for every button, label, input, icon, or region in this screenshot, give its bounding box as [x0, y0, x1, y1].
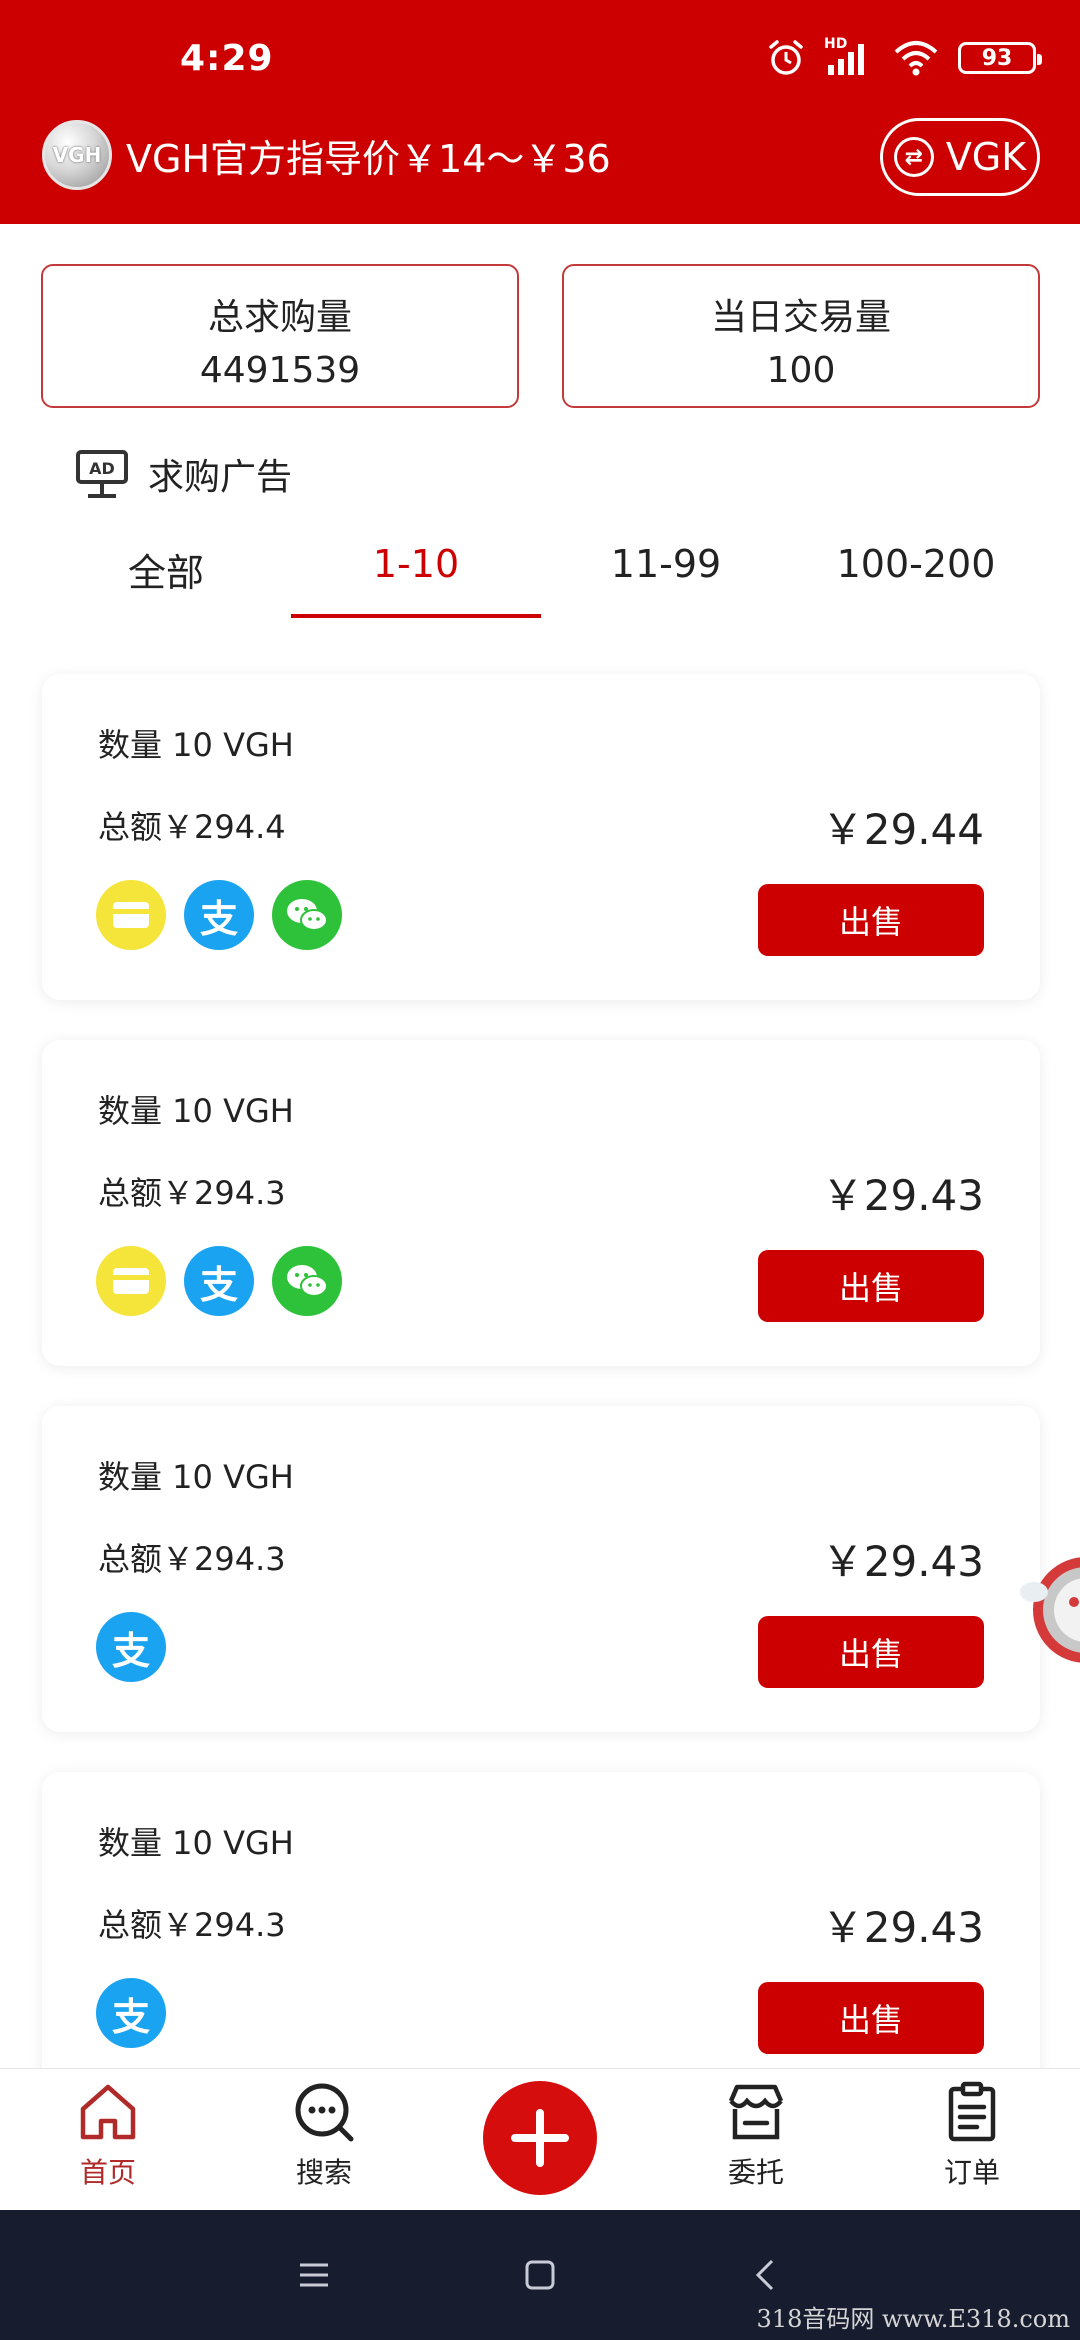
listing-price: ￥29.43: [821, 1903, 984, 1952]
listing-quantity: 数量 10 VGH: [98, 1824, 294, 1862]
daily-volume-label: 当日交易量: [710, 297, 891, 338]
exchange-icon: ⇄: [893, 137, 934, 177]
ad-section-title: 求购广告: [148, 457, 293, 498]
switch-vgk-button[interactable]: ⇄ VGK: [880, 118, 1040, 196]
ad-section-header: AD 求购广告: [74, 446, 292, 502]
total-buy-label: 总求购量: [207, 297, 352, 338]
watermark-text: 318音码网 www.E318.com: [756, 2305, 1070, 2333]
nav-home-label: 首页: [79, 2156, 136, 2189]
tab-all[interactable]: 全部: [41, 530, 291, 620]
svg-text:AD: AD: [89, 459, 115, 478]
nav-orders-label: 订单: [943, 2156, 1000, 2189]
nav-search[interactable]: 搜索: [216, 2069, 432, 2210]
alipay-icon: 支: [96, 1612, 166, 1682]
listing-total: 总额￥294.3: [98, 1906, 286, 1944]
daily-volume-stat: 当日交易量 100: [562, 264, 1040, 408]
system-nav-bar: 318音码网 www.E318.com: [0, 2210, 1080, 2340]
chat-search-icon: [295, 2083, 354, 2142]
switch-vgk-label: VGK: [945, 135, 1027, 179]
bank-card-icon: [96, 1246, 166, 1316]
wechat-pay-icon: [272, 880, 342, 950]
listing-quantity: 数量 10 VGH: [98, 1092, 294, 1130]
guide-price-text: VGH官方指导价￥14～￥36: [126, 136, 611, 181]
payment-methods: 支: [96, 880, 342, 950]
bank-card-icon: [96, 880, 166, 950]
listing-quantity: 数量 10 VGH: [98, 726, 294, 764]
guide-price-row: VGH VGH官方指导价￥14～￥36: [42, 120, 611, 190]
back-icon[interactable]: [748, 2257, 784, 2293]
sell-button[interactable]: 出售: [758, 1250, 984, 1322]
vgh-logo: VGH: [42, 120, 112, 190]
listing-total: 总额￥294.3: [98, 1540, 286, 1578]
alipay-icon: 支: [184, 1246, 254, 1316]
hd-label: HD: [824, 36, 848, 52]
listing-card: 数量 10 VGH 总额￥294.3 ￥29.43 支 出售: [42, 1040, 1040, 1366]
listing-card: 数量 10 VGH 总额￥294.3 ￥29.43 支 出售: [42, 1406, 1040, 1732]
listing-price: ￥29.43: [821, 1171, 984, 1220]
nav-add: [432, 2069, 648, 2210]
ad-monitor-icon: AD: [76, 450, 128, 498]
listing-total: 总额￥294.4: [98, 808, 286, 846]
listing-price: ￥29.43: [821, 1537, 984, 1586]
wifi-icon: [894, 41, 938, 76]
listing-quantity: 数量 10 VGH: [98, 1458, 294, 1496]
add-button[interactable]: [483, 2080, 597, 2195]
listing-price: ￥29.44: [821, 805, 984, 854]
alipay-icon: 支: [184, 880, 254, 950]
floating-mascot-icon[interactable]: [1016, 1540, 1080, 1680]
wechat-pay-icon: [272, 1246, 342, 1316]
bottom-nav: 首页 搜索 委托 订单: [0, 2068, 1080, 2210]
quantity-filter-tabs: 全部 1-10 11-99 100-200: [41, 530, 1041, 620]
sell-button[interactable]: 出售: [758, 1616, 984, 1688]
listing-card: 数量 10 VGH 总额￥294.3 ￥29.43 支 出售: [42, 1772, 1040, 2098]
menu-icon[interactable]: [296, 2257, 332, 2293]
alarm-icon: [769, 40, 803, 75]
nav-search-label: 搜索: [295, 2156, 352, 2189]
battery-indicator: 93: [958, 42, 1042, 74]
store-icon: [728, 2084, 784, 2140]
nav-entrust[interactable]: 委托: [648, 2069, 864, 2210]
sell-button[interactable]: 出售: [758, 1982, 984, 2054]
home-square-icon[interactable]: [522, 2257, 558, 2293]
plus-icon: [511, 2108, 569, 2167]
daily-volume-value: 100: [766, 350, 836, 391]
payment-methods: 支: [96, 1246, 342, 1316]
total-buy-value: 4491539: [199, 350, 361, 391]
listing-card: 数量 10 VGH 总额￥294.4 ￥29.44 支 出售: [42, 674, 1040, 1000]
home-icon: [80, 2084, 136, 2140]
tab-100-200[interactable]: 100-200: [791, 530, 1041, 620]
alipay-icon: 支: [96, 1978, 166, 2048]
total-buy-stat: 总求购量 4491539: [41, 264, 519, 408]
app-header: 4:29 HD 93 VGH VGH官方指导价￥14～￥36 ⇄ VGK: [0, 0, 1080, 224]
nav-entrust-label: 委托: [727, 2156, 784, 2189]
status-time: 4:29: [180, 38, 274, 79]
tab-1-10[interactable]: 1-10: [291, 530, 541, 620]
payment-methods: 支: [96, 1978, 166, 2048]
tab-11-99[interactable]: 11-99: [541, 530, 791, 620]
payment-methods: 支: [96, 1612, 166, 1682]
nav-home[interactable]: 首页: [0, 2069, 216, 2210]
listing-total: 总额￥294.3: [98, 1174, 286, 1212]
nav-orders[interactable]: 订单: [864, 2069, 1080, 2210]
signal-icon: HD: [824, 36, 874, 78]
sell-button[interactable]: 出售: [758, 884, 984, 956]
status-icons: HD 93: [766, 36, 1042, 78]
clipboard-icon: [948, 2081, 996, 2142]
